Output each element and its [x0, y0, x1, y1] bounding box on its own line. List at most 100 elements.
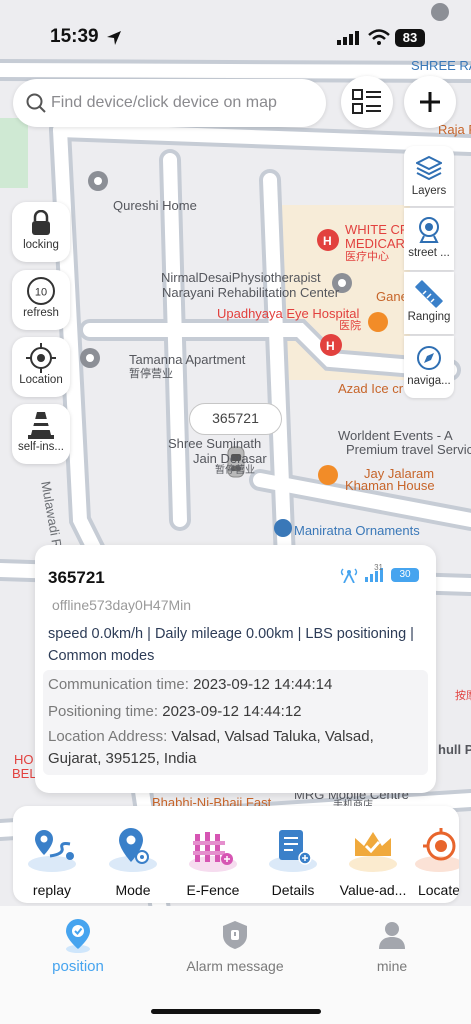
layers-label: Layers — [411, 185, 447, 197]
location-label: Location — [19, 374, 63, 386]
map-label: Azad Ice cr — [338, 381, 404, 396]
refresh-label: refresh — [23, 307, 59, 319]
layers-icon — [416, 155, 442, 181]
tab-mine-label: mine — [376, 958, 408, 974]
device-detail-box: Communication time: 2023-09-12 14:44:14 … — [43, 670, 428, 775]
location-address-row: Location Address: Valsad, Valsad Taluka,… — [48, 726, 408, 770]
svg-text:H: H — [326, 339, 335, 353]
map-label: Premium travel Service — [346, 442, 471, 457]
device-marker-label[interactable]: 365721 — [189, 403, 282, 435]
map-label: BEL — [12, 766, 37, 781]
location-arrow-icon — [107, 31, 121, 45]
lock-icon — [32, 210, 50, 235]
add-device-button[interactable] — [404, 76, 456, 128]
e-fence-label: E-Fence — [186, 882, 240, 898]
compass-icon — [417, 346, 441, 370]
plus-icon — [420, 92, 440, 112]
street-view-label: street ... — [408, 247, 450, 259]
tab-position[interactable]: position — [18, 918, 138, 975]
tab-alarm-message-label: Alarm message — [186, 958, 284, 974]
communication-time-row: Communication time: 2023-09-12 14:44:14 — [48, 674, 332, 696]
replay-label: replay — [32, 882, 72, 898]
locking-button[interactable]: locking — [12, 202, 70, 262]
status-time: 15:39 — [50, 26, 99, 47]
refresh-button[interactable]: 10 refresh — [12, 270, 70, 330]
location-pin-gear-icon — [109, 828, 157, 872]
layers-button[interactable]: Layers — [404, 146, 454, 206]
mode-label: Mode — [115, 882, 151, 898]
search-icon — [26, 93, 46, 113]
replay-route-icon — [28, 830, 76, 872]
locking-label: locking — [23, 239, 59, 251]
home-indicator — [151, 1009, 321, 1014]
positioning-time-value: 2023-09-12 14:44:12 — [162, 703, 302, 720]
traffic-cone-icon — [28, 412, 54, 439]
target-icon — [415, 828, 459, 872]
positioning-time-row: Positioning time: 2023-09-12 14:44:12 — [48, 701, 302, 723]
device-info-card[interactable]: 365721 30 31 offline573day0H47Min speed … — [35, 545, 436, 793]
locate-label: Locate — [417, 882, 459, 898]
ranging-button[interactable]: Ranging — [404, 272, 454, 334]
map-label: Narayani Rehabilitation Center — [162, 285, 340, 300]
street-view-icon — [419, 217, 439, 243]
svg-text:H: H — [323, 234, 332, 248]
list-grid-icon — [352, 89, 381, 114]
shield-alarm-icon — [223, 921, 247, 949]
document-list-icon — [269, 830, 317, 872]
map-label: 暂停营业 — [215, 465, 255, 476]
map-label: hull P — [438, 742, 471, 757]
map-label: 按摩 — [455, 690, 471, 702]
cellular-signal-icon — [337, 31, 359, 45]
positioning-time-label: Positioning time: — [48, 703, 159, 720]
communication-time-value: 2023-09-12 14:44:14 — [193, 676, 333, 693]
refresh-timer-icon: 10 — [27, 277, 55, 305]
search-bar[interactable] — [13, 79, 326, 127]
navigation-button[interactable]: naviga... — [404, 336, 454, 398]
device-status: offline573day0H47Min — [52, 597, 192, 613]
map-label: Shree Suminath — [168, 436, 262, 451]
self-inspection-label: self-ins... — [17, 441, 64, 453]
street-view-button[interactable]: street ... — [404, 208, 454, 270]
navigation-label: naviga... — [407, 375, 451, 387]
device-battery: 30 — [391, 568, 419, 582]
person-icon — [379, 922, 405, 949]
battery-indicator: 83 — [395, 29, 425, 47]
status-bar: 15:39 83 — [0, 0, 471, 74]
map-label: Maniratna Ornaments — [294, 523, 420, 538]
e-fence-button[interactable]: E-Fence — [177, 824, 249, 898]
tab-alarm-message[interactable]: Alarm message — [175, 918, 295, 974]
tab-position-label: position — [52, 958, 104, 975]
details-label: Details — [271, 882, 315, 898]
location-button[interactable]: Location — [12, 337, 70, 397]
fence-icon — [189, 832, 237, 872]
mode-button[interactable]: Mode — [97, 824, 169, 898]
action-bar: replay Mode E-Fence Details Value-ad... … — [13, 806, 459, 903]
map-label: 医院 — [339, 320, 361, 332]
map-label: 暂停营业 — [129, 368, 173, 380]
map-label: Qureshi Home — [113, 198, 197, 213]
search-input[interactable] — [51, 89, 321, 117]
self-inspection-button[interactable]: self-ins... — [12, 404, 70, 464]
refresh-countdown: 10 — [35, 287, 47, 299]
bottom-tab-bar: position Alarm message mine — [0, 906, 471, 1024]
map-label: 医疗中心 — [345, 251, 389, 263]
wifi-icon — [368, 29, 390, 45]
map-label: Khaman House — [345, 478, 435, 493]
replay-button[interactable]: replay — [16, 824, 88, 898]
communication-time-label: Communication time: — [48, 676, 189, 693]
map-label: Upadhyaya Eye Hospital — [217, 306, 360, 321]
antenna-icon — [340, 568, 358, 583]
map-label: NirmalDesaiPhysiotherapist — [161, 270, 321, 285]
speed-info: speed 0.0km/h | Daily mileage 0.00km | L… — [48, 626, 414, 664]
ranging-label: Ranging — [407, 311, 451, 323]
ruler-icon — [415, 280, 443, 308]
value-added-button[interactable]: Value-ad... — [335, 824, 411, 898]
signal-strength-value: 31 — [374, 563, 383, 572]
crown-icon — [349, 832, 397, 872]
device-list-button[interactable] — [341, 76, 393, 128]
details-button[interactable]: Details — [257, 824, 329, 898]
crosshair-icon — [26, 343, 56, 373]
device-name: 365721 — [48, 568, 105, 587]
locate-button[interactable]: Locate — [411, 824, 459, 898]
tab-mine[interactable]: mine — [332, 918, 452, 974]
